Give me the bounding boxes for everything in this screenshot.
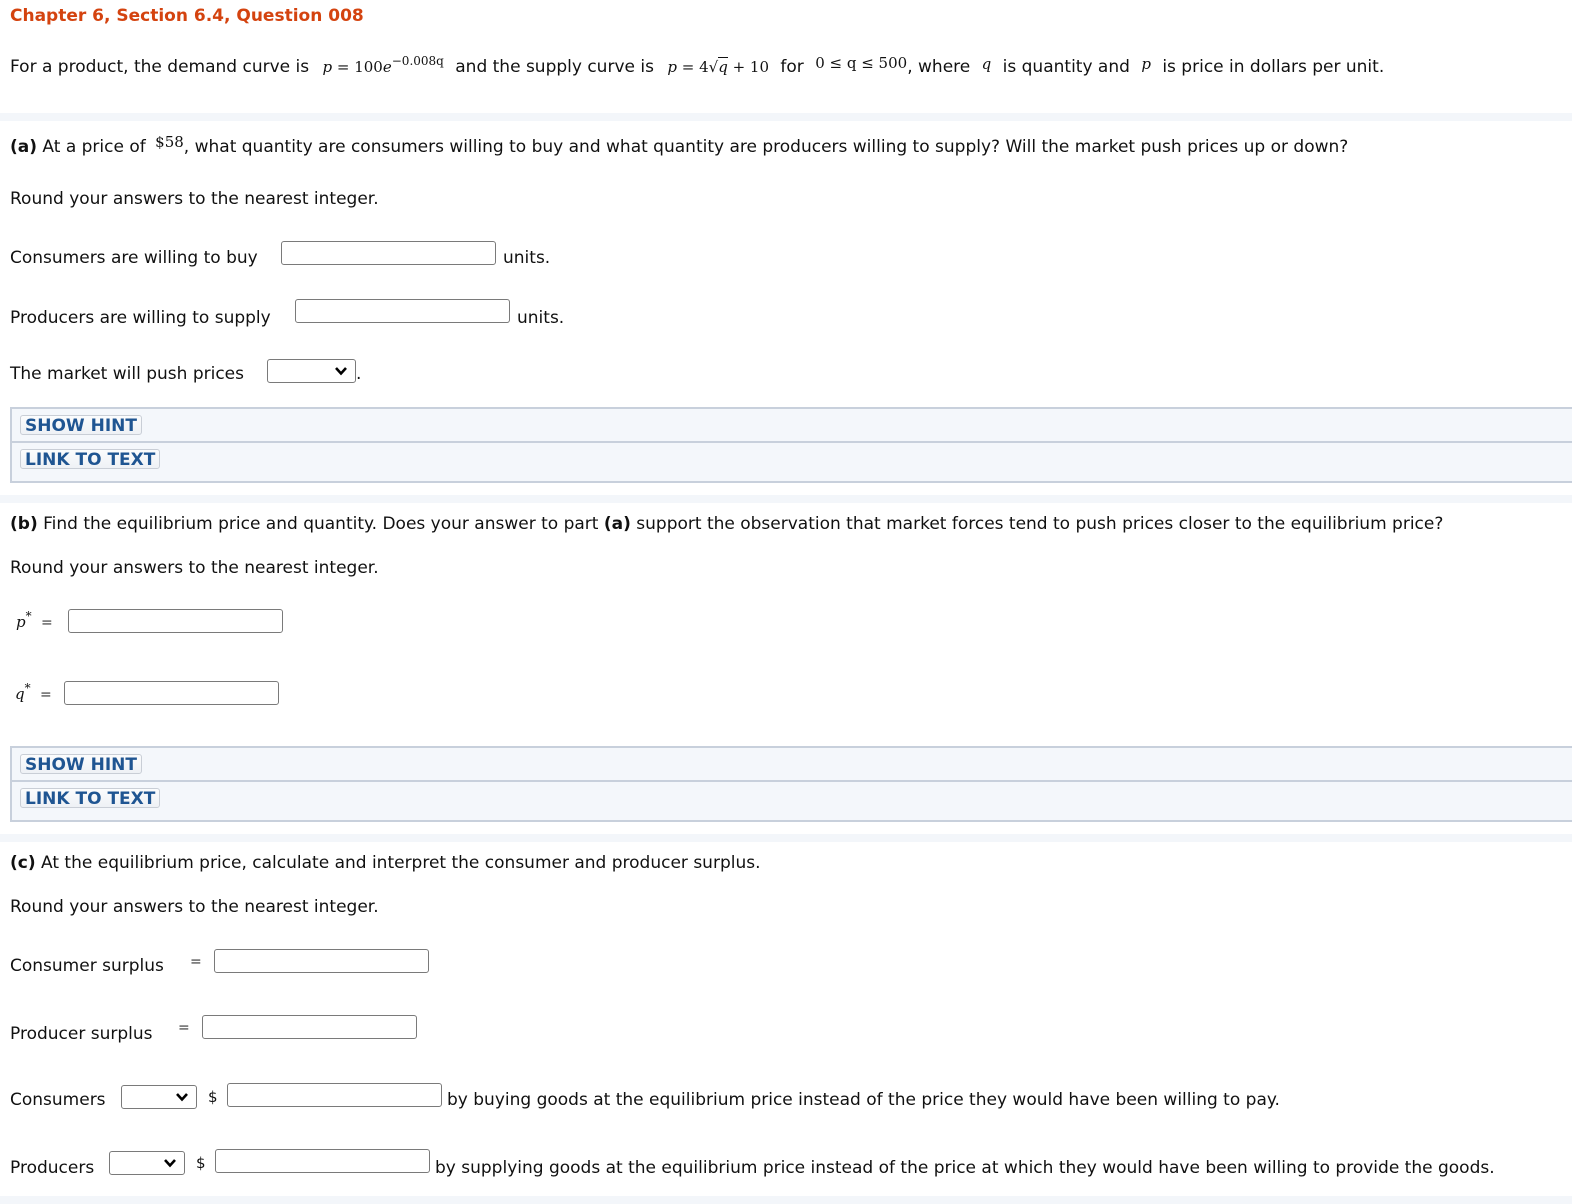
equilibrium-quantity-input[interactable] [64,681,279,705]
units-label: units. [517,308,565,328]
consumer-surplus-label: Consumer surplus [10,956,164,976]
period: . [356,364,362,384]
demand-equation: p = 100e−0.008q [322,54,444,76]
problem-text: for [780,57,804,77]
problem-text: is quantity and [1002,57,1130,77]
producers-interpretation: by supplying goods at the equilibrium pr… [435,1158,1495,1178]
part-b-question: (b) Find the equilibrium price and quant… [10,514,1444,534]
round-note: Round your answers to the nearest intege… [10,558,379,578]
market-direction-select[interactable] [267,359,356,383]
hint-divider [12,780,1572,782]
round-note: Round your answers to the nearest intege… [10,897,379,917]
producers-amount-input[interactable] [215,1149,430,1173]
producer-surplus-input[interactable] [202,1015,417,1039]
hint-panel-a: SHOW HINT LINK TO TEXT [10,407,1572,483]
section-divider [0,495,1572,503]
producer-surplus-label: Producer surplus [10,1024,153,1044]
consumers-amount-input[interactable] [227,1083,442,1107]
producers-supply-input[interactable] [295,299,510,323]
problem-statement: For a product, the demand curve is p = 1… [10,54,1385,78]
equals-sign: = [190,954,202,970]
question-title: Chapter 6, Section 6.4, Question 008 [10,6,364,26]
dollar-sign: $ [196,1154,206,1172]
problem-text: , where [907,57,971,77]
hint-panel-b: SHOW HINT LINK TO TEXT [10,746,1572,822]
producers-label: Producers [10,1158,95,1178]
chevron-down-icon [335,367,347,376]
hint-divider [12,441,1572,443]
consumers-label: Consumers [10,1090,106,1110]
domain-inequality: 0 ≤ q ≤ 500 [815,54,908,72]
part-a-question: (a) At a price of $58, what quantity are… [10,133,1349,157]
chevron-down-icon [164,1159,176,1168]
section-divider [0,1196,1572,1204]
consumer-surplus-input[interactable] [214,949,429,973]
show-hint-button[interactable]: SHOW HINT [20,754,142,775]
section-divider [0,834,1572,842]
q-star-label: q* = [15,681,52,703]
consumers-buy-input[interactable] [281,241,496,265]
price-value: $58 [155,133,184,151]
problem-text: and the supply curve is [455,57,654,77]
producers-supply-label: Producers are willing to supply [10,308,271,328]
var-p: p [1141,55,1151,73]
link-to-text-button[interactable]: LINK TO TEXT [20,788,161,809]
market-push-label: The market will push prices [10,364,244,384]
equals-sign: = [178,1020,190,1036]
link-to-text-button[interactable]: LINK TO TEXT [20,449,161,470]
consumers-interpretation: by buying goods at the equilibrium price… [447,1090,1280,1110]
problem-text: For a product, the demand curve is [10,57,310,77]
var-q: q [981,55,992,73]
p-star-label: p* = [16,609,53,631]
equilibrium-price-input[interactable] [68,609,283,633]
producers-gain-select[interactable] [109,1151,185,1175]
consumers-gain-select[interactable] [121,1085,197,1109]
chevron-down-icon [176,1093,188,1102]
round-note: Round your answers to the nearest intege… [10,189,379,209]
part-c-question: (c) At the equilibrium price, calculate … [10,853,761,873]
show-hint-button[interactable]: SHOW HINT [20,415,142,436]
units-label: units. [503,248,551,268]
consumers-buy-label: Consumers are willing to buy [10,248,258,268]
supply-equation: p = 4√q + 10 [667,57,770,76]
problem-text: is price in dollars per unit. [1162,57,1385,77]
dollar-sign: $ [208,1088,218,1106]
section-divider [0,113,1572,121]
